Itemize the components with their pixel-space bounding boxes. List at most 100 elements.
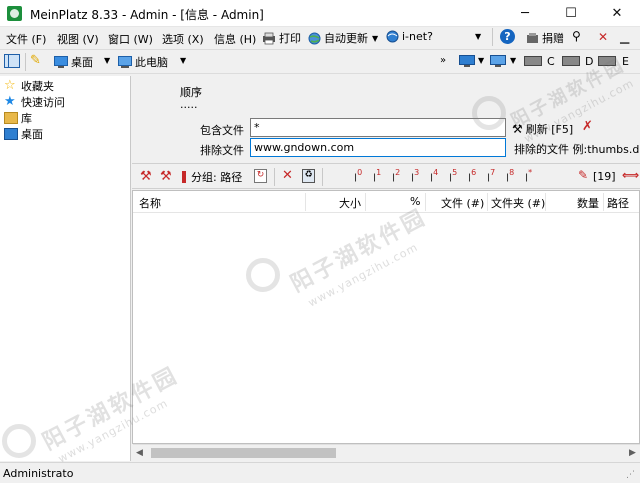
computer-icon xyxy=(118,56,132,68)
chevron-down-icon[interactable]: ▼ xyxy=(180,56,186,65)
level-0-button[interactable]: ꞁ0 xyxy=(354,168,362,183)
close-icon[interactable]: ✕ xyxy=(598,30,608,44)
hammer-icon[interactable]: ⚒ xyxy=(140,169,152,184)
inet-label: i-net? xyxy=(402,30,433,43)
column-size[interactable]: 大小 xyxy=(339,195,361,211)
drive-icon[interactable] xyxy=(524,56,542,66)
menu-bar: 文件 (F) 视图 (V) 窗口 (W) 选项 (X) 信息 (H) 打印 自动… xyxy=(0,27,640,47)
resize-grip-icon[interactable]: ⋰ xyxy=(626,470,635,480)
monitor-icon[interactable] xyxy=(490,55,506,70)
scroll-left-icon[interactable]: ◀ xyxy=(136,448,143,458)
chevron-down-icon[interactable]: ▼ xyxy=(478,56,484,65)
title-bar: MeinPlatz 8.33 - Admin - [信息 - Admin] ─ … xyxy=(0,0,640,27)
star-icon: ★ xyxy=(4,94,16,109)
monitor-icon[interactable] xyxy=(459,55,475,70)
drive-c-label[interactable]: C xyxy=(547,55,555,68)
column-separator[interactable] xyxy=(365,193,366,211)
minimize-button[interactable]: ─ xyxy=(502,0,548,27)
group-label: 分组: 路径 xyxy=(191,171,243,184)
refresh-icon[interactable]: ↻ xyxy=(254,169,267,183)
tree-item-favorites[interactable]: ☆ 收藏夹 xyxy=(4,78,54,94)
watermark-logo xyxy=(2,424,36,458)
tree-item-quick-access[interactable]: ★ 快速访问 xyxy=(4,94,65,110)
wand-icon[interactable]: ✎ xyxy=(30,53,41,68)
level-1-button[interactable]: ꞁ1 xyxy=(373,168,381,183)
menu-view[interactable]: 视图 (V) xyxy=(57,31,99,47)
column-folders[interactable]: 文件夹 (#) xyxy=(491,195,545,211)
exclude-label: 排除文件 xyxy=(200,144,244,157)
level-3-button[interactable]: ꞁ3 xyxy=(411,168,419,183)
list-toolbar: ⚒ ⚒ 分组: 路径 ↻ ✕ ♻ ꞁ0 ꞁ1 ꞁ2 ꞁ3 ꞁ4 ꞁ5 ꞁ6 ꞁ7… xyxy=(132,163,640,189)
column-separator[interactable] xyxy=(425,193,426,211)
level-7-button[interactable]: ꞁ7 xyxy=(487,168,495,183)
scroll-right-icon[interactable]: ▶ xyxy=(629,448,636,458)
recycle-icon[interactable]: ♻ xyxy=(302,169,315,183)
printer-icon xyxy=(263,32,275,44)
maximize-button[interactable]: ☐ xyxy=(548,0,594,27)
chevron-down-icon[interactable]: ▼ xyxy=(475,32,481,41)
chevron-down-icon[interactable]: ▼ xyxy=(510,56,516,65)
column-separator[interactable] xyxy=(487,193,488,211)
tree-item-desktop[interactable]: 桌面 xyxy=(4,126,43,142)
column-count[interactable]: 数量 xyxy=(577,195,599,211)
hammer-icon[interactable]: ⚒ xyxy=(160,169,172,184)
inet-button[interactable]: i-net? xyxy=(386,30,433,43)
column-separator[interactable] xyxy=(305,193,306,211)
include-input[interactable]: * xyxy=(250,118,506,137)
status-user: Administrato xyxy=(3,467,74,480)
menu-options[interactable]: 选项 (X) xyxy=(162,31,204,47)
chevron-down-icon[interactable]: ▼ xyxy=(104,56,110,65)
level-6-button[interactable]: ꞁ6 xyxy=(468,168,476,183)
print-button[interactable]: 打印 xyxy=(262,30,301,46)
drive-icon[interactable] xyxy=(562,56,580,66)
include-label: 包含文件 xyxy=(200,124,244,137)
window-title: MeinPlatz 8.33 - Admin - [信息 - Admin] xyxy=(30,8,264,22)
column-separator[interactable] xyxy=(545,193,546,211)
clear-filter-icon[interactable]: ✗ xyxy=(582,119,593,134)
print-label: 打印 xyxy=(279,32,301,45)
menu-info[interactable]: 信息 (H) xyxy=(214,31,256,47)
column-separator[interactable] xyxy=(603,193,604,211)
level-5-button[interactable]: ꞁ5 xyxy=(449,168,457,183)
watermark-logo xyxy=(246,258,280,292)
brush-icon[interactable]: ✎ xyxy=(578,168,588,182)
help-icon[interactable]: ? xyxy=(500,29,515,44)
column-path[interactable]: 路径 xyxy=(607,195,629,211)
this-pc-label: 此电脑 xyxy=(135,56,168,69)
donate-label: 捐赠 xyxy=(542,32,564,45)
desktop-button[interactable]: 桌面 xyxy=(54,54,93,70)
tree-item-label: 收藏夹 xyxy=(21,80,54,93)
arrows-icon[interactable]: ⟺ xyxy=(622,168,639,182)
scroll-thumb[interactable] xyxy=(151,448,336,458)
double-chevron-icon[interactable]: » xyxy=(440,55,446,66)
level-all-button[interactable]: ꞁ* xyxy=(525,168,532,183)
donate-button[interactable]: 捐赠 xyxy=(526,30,564,46)
menu-file[interactable]: 文件 (F) xyxy=(6,31,46,47)
auto-update-button[interactable]: 自动更新 ▼ xyxy=(308,30,378,46)
minimize-icon[interactable]: ▁ xyxy=(620,30,629,44)
level-4-button[interactable]: ꞁ4 xyxy=(430,168,438,183)
column-files[interactable]: 文件 (#) xyxy=(441,195,484,211)
desktop-label: 桌面 xyxy=(71,56,93,69)
level-8-button[interactable]: ꞁ8 xyxy=(506,168,514,183)
order-dots: ..... xyxy=(180,98,198,111)
level-2-button[interactable]: ꞁ2 xyxy=(392,168,400,183)
exclude-input[interactable]: www.gndown.com xyxy=(250,138,506,157)
group-button[interactable]: 分组: 路径 xyxy=(182,169,242,185)
delete-icon[interactable]: ✕ xyxy=(282,168,293,183)
tree-item-label: 库 xyxy=(21,112,32,125)
close-button[interactable]: ✕ xyxy=(594,0,640,27)
search-icon[interactable]: ⚲ xyxy=(572,29,581,43)
menu-window[interactable]: 窗口 (W) xyxy=(108,31,153,47)
app-icon xyxy=(7,6,22,21)
column-name[interactable]: 名称 xyxy=(139,195,161,211)
tree-item-library[interactable]: 库 xyxy=(4,110,32,126)
desktop-icon xyxy=(54,56,68,68)
exclude-example: 排除的文件 例:thumbs.db, xyxy=(514,143,640,156)
horizontal-scrollbar[interactable]: ◀ ▶ xyxy=(133,444,640,461)
navigation-toolbar: ✎ 桌面 ▼ 此电脑 ▼ » ▼ ▼ C D E xyxy=(0,49,640,74)
this-pc-button[interactable]: 此电脑 xyxy=(118,54,168,70)
globe-icon xyxy=(308,32,321,44)
group-icon xyxy=(182,171,186,183)
panel-icon[interactable] xyxy=(4,54,20,68)
